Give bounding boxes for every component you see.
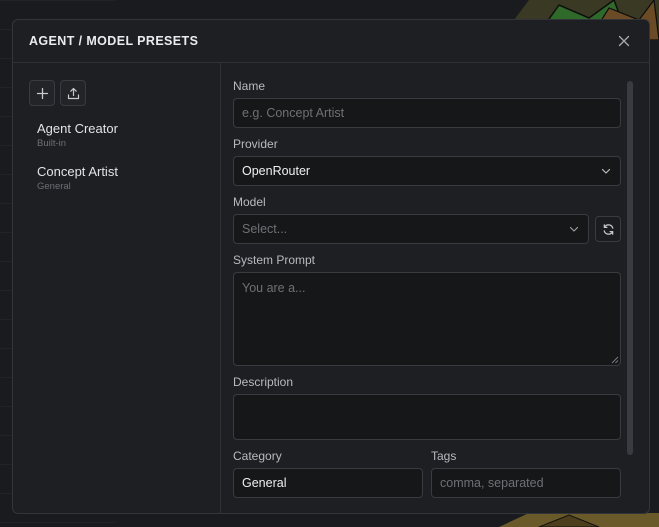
- system-prompt-placeholder: You are a...: [242, 281, 306, 295]
- description-textarea[interactable]: [233, 394, 621, 440]
- description-label: Description: [233, 375, 294, 389]
- sidebar-toolbar: [29, 80, 86, 106]
- tags-placeholder: comma, separated: [440, 476, 544, 490]
- refresh-icon: [603, 223, 613, 235]
- provider-label: Provider: [233, 137, 278, 151]
- model-placeholder: Select...: [242, 222, 288, 236]
- background-artwork-bottom: [499, 513, 659, 527]
- preset-form: Name e.g. Concept Artist Provider OpenRo…: [233, 63, 621, 513]
- name-label: Name: [233, 79, 266, 93]
- presets-modal: AGENT / MODEL PRESETS Agent Creator Buil…: [12, 19, 650, 514]
- category-input[interactable]: General: [233, 468, 423, 498]
- preset-name: Agent Creator: [37, 121, 118, 136]
- add-preset-button[interactable]: [29, 80, 55, 106]
- category-value: General: [242, 476, 287, 490]
- resize-handle-icon[interactable]: [611, 356, 619, 364]
- preset-item[interactable]: Agent Creator Built-in: [37, 121, 118, 151]
- refresh-models-button[interactable]: [595, 216, 621, 242]
- tags-input[interactable]: comma, separated: [431, 468, 621, 498]
- upload-icon: [67, 87, 79, 99]
- model-label: Model: [233, 195, 266, 209]
- model-select[interactable]: Select...: [233, 214, 589, 244]
- modal-header: AGENT / MODEL PRESETS: [13, 20, 649, 63]
- preset-list: Agent Creator Built-in Concept Artist Ge…: [37, 121, 118, 207]
- provider-select[interactable]: OpenRouter: [233, 156, 621, 186]
- preset-item[interactable]: Concept Artist General: [37, 164, 118, 194]
- name-placeholder: e.g. Concept Artist: [242, 106, 345, 120]
- presets-sidebar: Agent Creator Built-in Concept Artist Ge…: [13, 63, 221, 513]
- modal-title: AGENT / MODEL PRESETS: [29, 34, 199, 48]
- preset-name: Concept Artist: [37, 164, 118, 179]
- name-input[interactable]: e.g. Concept Artist: [233, 98, 621, 128]
- scrollbar-thumb[interactable]: [627, 81, 633, 455]
- provider-value: OpenRouter: [242, 164, 311, 178]
- export-preset-button[interactable]: [60, 80, 86, 106]
- category-label: Category: [233, 449, 282, 463]
- chevron-down-icon: [601, 168, 611, 174]
- close-button[interactable]: [615, 32, 633, 50]
- close-icon: [618, 35, 630, 47]
- system-prompt-label: System Prompt: [233, 253, 316, 267]
- system-prompt-textarea[interactable]: You are a...: [233, 272, 621, 366]
- preset-category: Built-in: [37, 138, 67, 149]
- tags-label: Tags: [431, 449, 457, 463]
- plus-icon: [36, 87, 48, 99]
- chevron-down-icon: [569, 226, 579, 232]
- form-scrollbar[interactable]: [627, 81, 633, 455]
- preset-category: General: [37, 181, 71, 192]
